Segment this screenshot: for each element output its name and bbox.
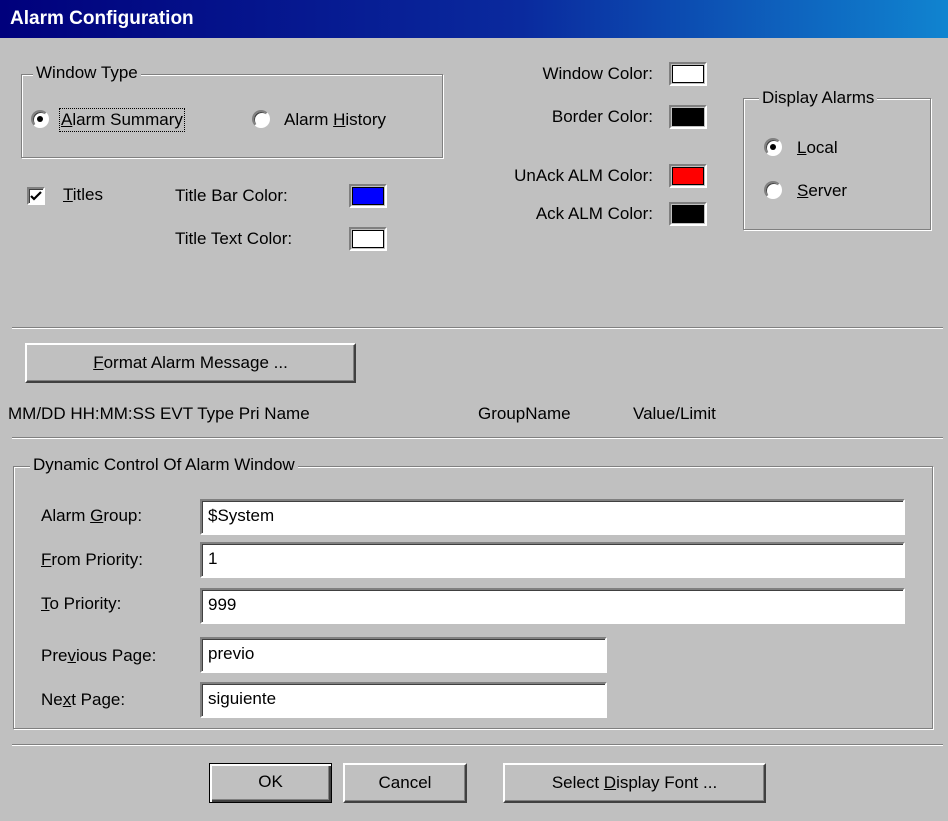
server-radio[interactable] <box>764 181 782 199</box>
alarm-group-label: Alarm Group: <box>41 506 143 525</box>
from-priority-label: From Priority: <box>41 550 144 569</box>
title-bar: Alarm Configuration <box>0 0 948 38</box>
format-preview-fields: MM/DD HH:MM:SS EVT Type Pri Name <box>8 404 310 423</box>
border-color-swatch[interactable] <box>669 105 707 129</box>
unack-alm-color-swatch[interactable] <box>669 164 707 188</box>
checkmark-icon <box>30 191 42 201</box>
next-page-label: Next Page: <box>41 690 126 709</box>
to-priority-input[interactable]: 999 <box>200 588 905 624</box>
title-bar-color-fill <box>352 187 384 205</box>
titles-checkbox[interactable] <box>27 187 45 205</box>
display-alarms-group <box>743 98 931 230</box>
border-color-fill <box>672 108 704 126</box>
title-bar-color-swatch[interactable] <box>349 184 387 208</box>
alarm-history-radio[interactable] <box>252 110 270 128</box>
window-color-label: Window Color: <box>542 64 653 83</box>
border-color-label: Border Color: <box>551 107 653 126</box>
dynamic-control-legend: Dynamic Control Of Alarm Window <box>30 456 298 474</box>
local-label[interactable]: Local <box>797 138 838 158</box>
title-text-color-swatch[interactable] <box>349 227 387 251</box>
alarm-summary-radio[interactable] <box>31 110 49 128</box>
from-priority-input[interactable]: 1 <box>200 542 905 578</box>
format-preview-group: GroupName <box>478 404 571 423</box>
cancel-label: Cancel <box>378 773 432 792</box>
format-alarm-message-button[interactable]: Format Alarm Message ... <box>25 343 356 383</box>
title-text-color-label: Title Text Color: <box>175 229 293 248</box>
titles-label[interactable]: Titles <box>63 185 103 205</box>
previous-page-label: Previous Page: <box>41 646 157 665</box>
previous-page-input[interactable]: previo <box>200 637 607 673</box>
alarm-group-input[interactable]: $System <box>200 499 905 535</box>
ok-label: OK <box>258 772 283 791</box>
display-alarms-legend: Display Alarms <box>759 89 878 107</box>
radio-dot <box>37 116 43 122</box>
ack-alm-color-label: Ack ALM Color: <box>535 204 653 223</box>
window-color-fill <box>672 65 704 83</box>
window-type-legend: Window Type <box>33 64 141 82</box>
ok-button[interactable]: OK <box>209 763 332 803</box>
unack-alm-color-label: UnAck ALM Color: <box>514 166 653 185</box>
window-color-swatch[interactable] <box>669 62 707 86</box>
cancel-button[interactable]: Cancel <box>343 763 467 803</box>
alarm-history-label[interactable]: Alarm History <box>284 110 386 130</box>
separator <box>12 327 943 329</box>
server-label[interactable]: Server <box>797 181 847 201</box>
title-text-color-fill <box>352 230 384 248</box>
to-priority-label: To Priority: <box>41 594 122 613</box>
separator <box>12 437 943 439</box>
ack-alm-color-swatch[interactable] <box>669 202 707 226</box>
alarm-summary-label-rest: larm Summary <box>72 110 183 129</box>
alarm-summary-label[interactable]: Alarm Summary <box>59 108 185 132</box>
title-bar-color-label: Title Bar Color: <box>175 186 288 205</box>
separator <box>12 744 943 746</box>
window-title: Alarm Configuration <box>10 8 194 29</box>
local-radio[interactable] <box>764 138 782 156</box>
select-display-font-button[interactable]: Select Display Font ... <box>503 763 766 803</box>
ack-alm-color-fill <box>672 205 704 223</box>
next-page-input[interactable]: siguiente <box>200 682 607 718</box>
unack-alm-color-fill <box>672 167 704 185</box>
radio-dot <box>770 144 776 150</box>
format-preview-value: Value/Limit <box>633 404 716 423</box>
